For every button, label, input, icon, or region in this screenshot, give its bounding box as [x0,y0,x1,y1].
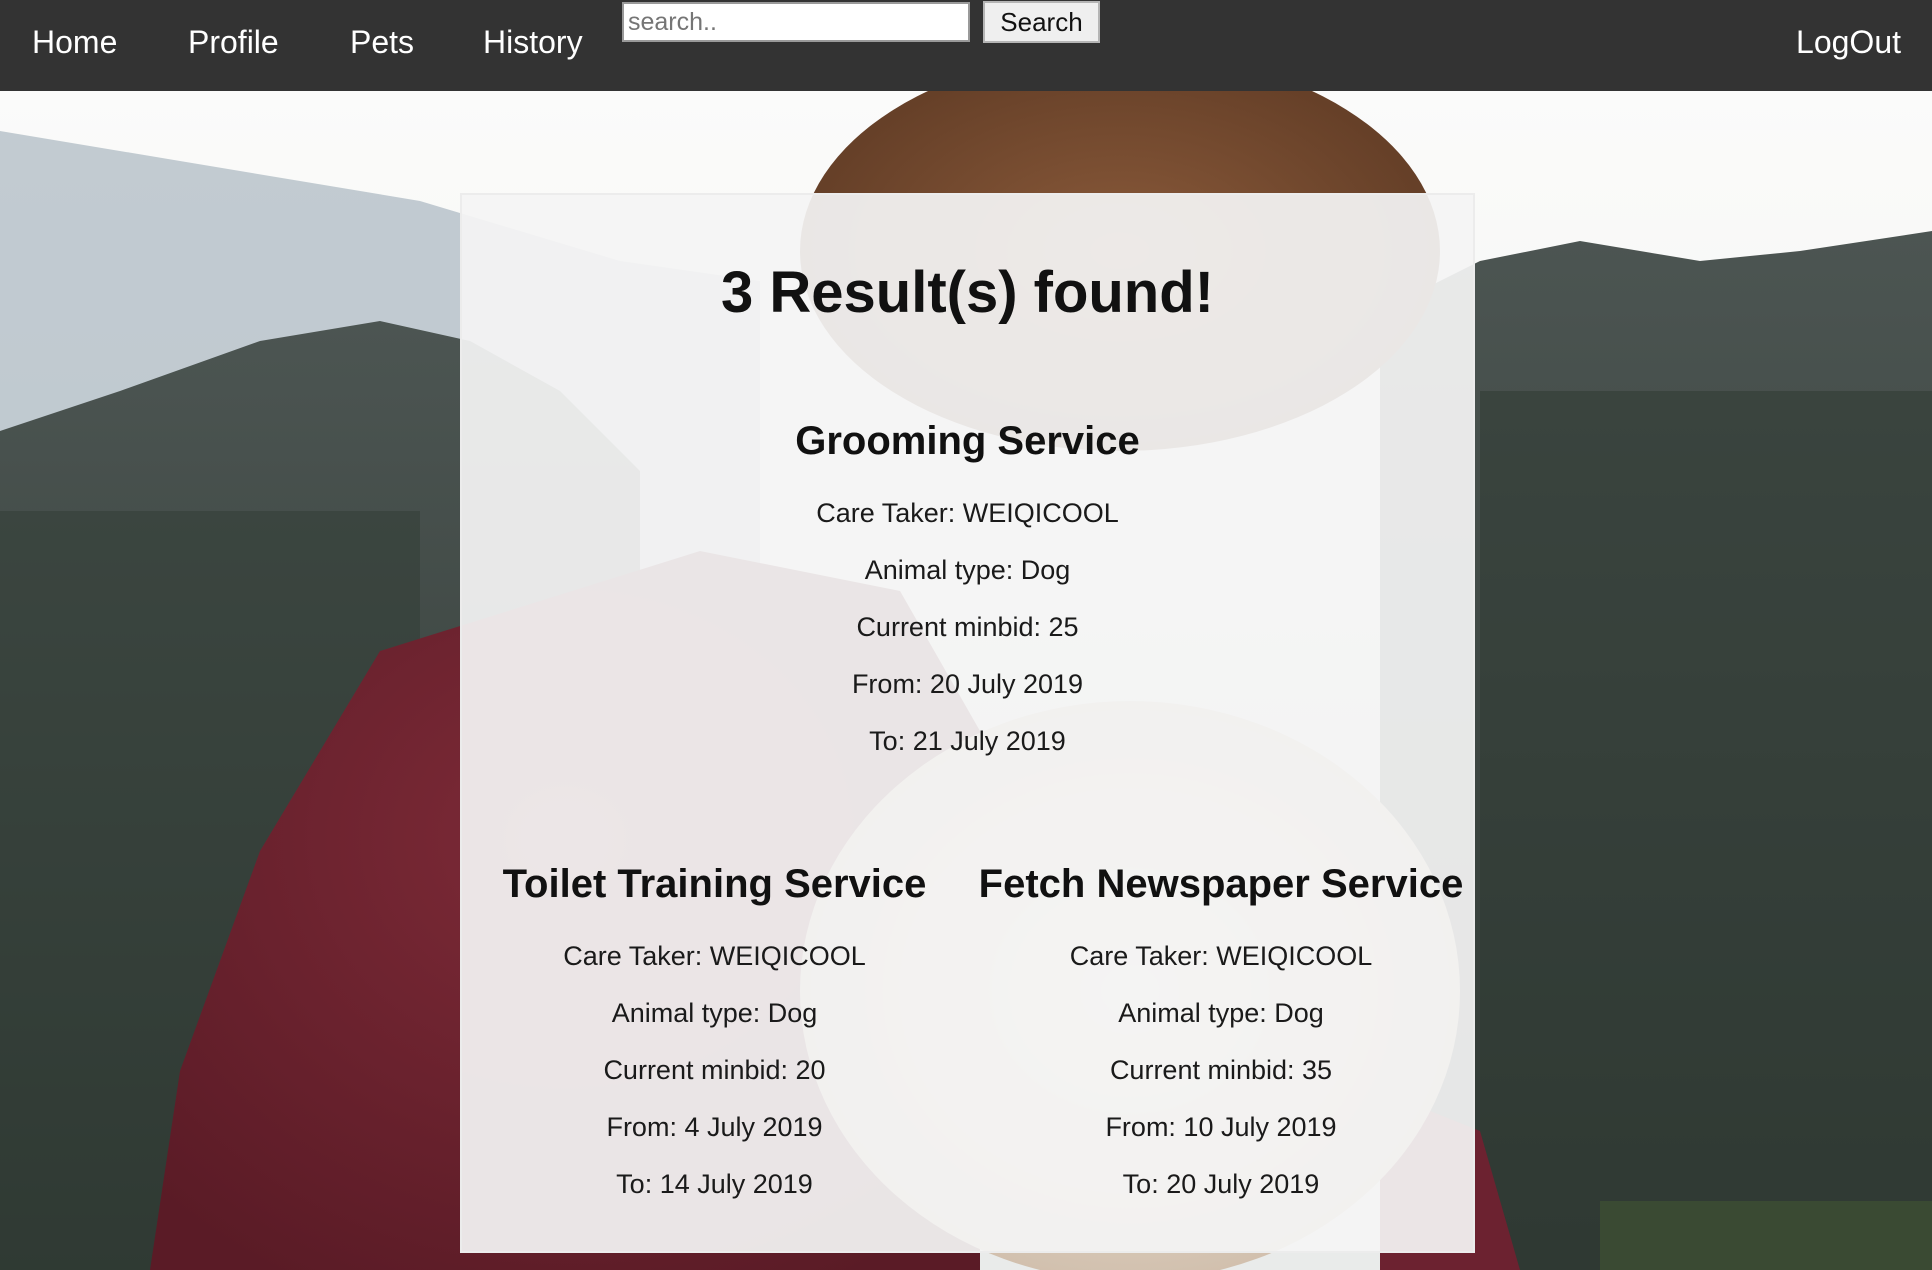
service-card: Toilet Training Service Care Taker: WEIQ… [462,860,967,1213]
current-minbid-text: Current minbid: 35 [1109,1055,1333,1085]
service-title: Fetch Newspaper Service [978,862,1464,906]
care-taker-text: Care Taker: WEIQICOOL [1069,941,1373,971]
care-taker-text: Care Taker: WEIQICOOL [816,498,1119,528]
current-minbid-text: Current minbid: 20 [603,1055,826,1085]
animal-type-text: Animal type: Dog [864,555,1071,585]
search-input[interactable] [622,2,970,42]
service-details: Care Taker: WEIQICOOL Animal type: Dog C… [462,928,967,1213]
nav-home-link[interactable]: Home [32,22,117,62]
from-date-text: From: 20 July 2019 [851,669,1084,699]
current-minbid-text: Current minbid: 25 [856,612,1079,642]
to-date-text: To: 21 July 2019 [869,726,1066,756]
service-details: Care Taker: WEIQICOOL Animal type: Dog C… [462,485,1473,770]
nav-pets-link[interactable]: Pets [350,22,414,62]
to-date-text: To: 14 July 2019 [616,1169,813,1199]
service-details: Care Taker: WEIQICOOL Animal type: Dog C… [967,928,1475,1213]
to-date-text: To: 20 July 2019 [1122,1169,1320,1199]
page: Home Profile Pets History Search LogOut [0,0,1932,1270]
top-navbar: Home Profile Pets History Search LogOut [0,0,1932,91]
animal-type-text: Animal type: Dog [1118,998,1324,1028]
animal-type-text: Animal type: Dog [611,998,818,1028]
nav-logout-link[interactable]: LogOut [1796,22,1901,62]
from-date-text: From: 4 July 2019 [606,1112,823,1142]
service-card: Fetch Newspaper Service Care Taker: WEIQ… [967,860,1475,1213]
results-panel: 3 Result(s) found! Grooming Service Care… [460,193,1475,1253]
nav-profile-link[interactable]: Profile [188,22,279,62]
service-title: Grooming Service [795,419,1140,463]
from-date-text: From: 10 July 2019 [1105,1112,1337,1142]
service-card: Grooming Service Care Taker: WEIQICOOL A… [462,417,1473,770]
nav-history-link[interactable]: History [483,22,583,62]
results-heading: 3 Result(s) found! [721,260,1214,325]
search-button[interactable]: Search [983,1,1100,43]
service-title: Toilet Training Service [502,862,927,906]
care-taker-text: Care Taker: WEIQICOOL [563,941,866,971]
